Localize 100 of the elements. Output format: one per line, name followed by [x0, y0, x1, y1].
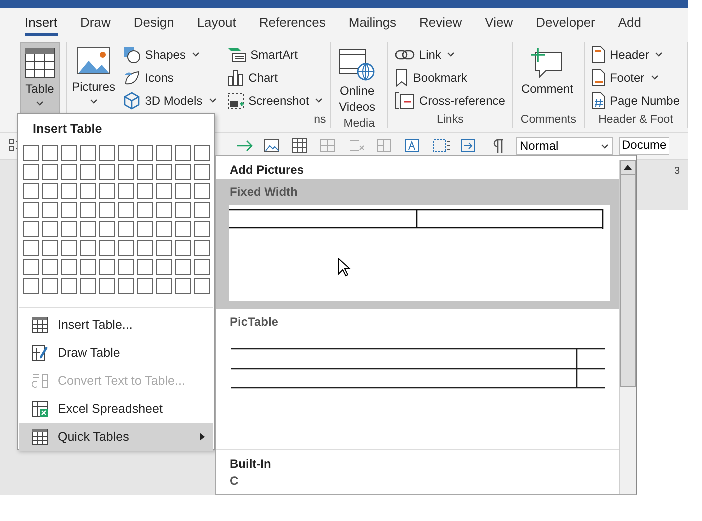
- grid-cell[interactable]: [23, 183, 39, 199]
- ribbon-button[interactable]: Online Videos: [335, 42, 380, 118]
- grid-cell[interactable]: [156, 221, 172, 237]
- font-box[interactable]: Docume: [619, 137, 669, 155]
- grid-cell[interactable]: [42, 221, 58, 237]
- grid-cell[interactable]: [99, 164, 115, 180]
- grid-cell[interactable]: [156, 240, 172, 256]
- ribbon-tab[interactable]: View: [485, 10, 514, 36]
- grid-cell[interactable]: [194, 164, 210, 180]
- grid-cell[interactable]: [118, 145, 134, 161]
- grid-cell[interactable]: [194, 221, 210, 237]
- grid-cell[interactable]: [118, 259, 134, 275]
- ribbon-tab[interactable]: Draw: [80, 10, 111, 36]
- grid-cell[interactable]: [99, 145, 115, 161]
- grid-cell[interactable]: [137, 221, 153, 237]
- grid-cell[interactable]: [137, 164, 153, 180]
- grid-cell[interactable]: [80, 183, 96, 199]
- grid-cell[interactable]: [61, 145, 77, 161]
- ribbon-button[interactable]: Chart: [224, 67, 326, 88]
- grid-cell[interactable]: [80, 164, 96, 180]
- border-icon[interactable]: [432, 138, 450, 154]
- ribbon-button[interactable]: Screenshot: [224, 90, 326, 111]
- grid-cell[interactable]: [23, 278, 39, 294]
- ribbon-tab[interactable]: Layout: [197, 10, 236, 36]
- scroll-up-button[interactable]: [620, 160, 636, 175]
- grid-cell[interactable]: [61, 221, 77, 237]
- ribbon-button[interactable]: 3D Models: [120, 90, 220, 111]
- grid-cell[interactable]: [42, 183, 58, 199]
- arrow-icon[interactable]: [236, 138, 254, 154]
- grid-cell[interactable]: [80, 221, 96, 237]
- menu-item[interactable]: Excel Spreadsheet: [19, 395, 213, 423]
- grid-cell[interactable]: [23, 145, 39, 161]
- grid-cell[interactable]: [137, 259, 153, 275]
- grid-cell[interactable]: [80, 240, 96, 256]
- ribbon-button[interactable]: Pictures: [71, 42, 116, 107]
- grid-cell[interactable]: [80, 202, 96, 218]
- ribbon-button[interactable]: Link: [392, 44, 508, 65]
- menu-item[interactable]: Insert Table...: [19, 311, 213, 339]
- style-box[interactable]: Normal: [516, 137, 613, 155]
- grid-cell[interactable]: [42, 145, 58, 161]
- grid-cell[interactable]: [118, 164, 134, 180]
- grid-cell[interactable]: [99, 259, 115, 275]
- ribbon-tab[interactable]: Developer: [536, 10, 596, 36]
- grid-cell[interactable]: [175, 183, 191, 199]
- grid-cell[interactable]: [80, 145, 96, 161]
- grid-cell[interactable]: [175, 278, 191, 294]
- grid-cell[interactable]: [194, 183, 210, 199]
- grid-cell[interactable]: [156, 202, 172, 218]
- ribbon-button[interactable]: Footer: [588, 67, 683, 88]
- grid-cell[interactable]: [175, 145, 191, 161]
- grid-cell[interactable]: [42, 202, 58, 218]
- ribbon-button[interactable]: Bookmark: [392, 67, 508, 88]
- grid-cell[interactable]: [99, 202, 115, 218]
- layout-icon[interactable]: [460, 138, 478, 154]
- ribbon-tab[interactable]: Design: [134, 10, 174, 36]
- ribbon-button[interactable]: Comment: [517, 42, 578, 101]
- menu-item[interactable]: Draw Table: [19, 339, 213, 367]
- scrollbar-thumb[interactable]: [620, 175, 636, 387]
- table-button[interactable]: Table: [20, 42, 60, 114]
- gallery-entry[interactable]: C: [216, 472, 619, 494]
- grid-cell[interactable]: [23, 259, 39, 275]
- menu-item[interactable]: Quick Tables: [19, 423, 213, 451]
- grid-cell[interactable]: [175, 221, 191, 237]
- grid-cell[interactable]: [175, 202, 191, 218]
- grid-cell[interactable]: [156, 145, 172, 161]
- grid-cell[interactable]: [194, 145, 210, 161]
- grid-cell[interactable]: [61, 202, 77, 218]
- grid-cell[interactable]: [23, 164, 39, 180]
- grid-cell[interactable]: [23, 202, 39, 218]
- grid-cell[interactable]: [80, 259, 96, 275]
- grid-cell[interactable]: [61, 240, 77, 256]
- grid-cell[interactable]: [156, 183, 172, 199]
- ribbon-button[interactable]: Shapes: [120, 44, 220, 65]
- grid-cell[interactable]: [99, 278, 115, 294]
- grid-cell[interactable]: [42, 164, 58, 180]
- grid-cell[interactable]: [99, 240, 115, 256]
- grid-cell[interactable]: [42, 278, 58, 294]
- image-icon[interactable]: [264, 138, 282, 154]
- grid-cell[interactable]: [194, 259, 210, 275]
- grid-cell[interactable]: [61, 259, 77, 275]
- table-icon[interactable]: [292, 138, 310, 154]
- grid-cell[interactable]: [118, 278, 134, 294]
- grid-cell[interactable]: [156, 164, 172, 180]
- grid-cell[interactable]: [137, 202, 153, 218]
- ribbon-button[interactable]: SmartArt: [224, 44, 326, 65]
- grid-cell[interactable]: [118, 240, 134, 256]
- ribbon-tab[interactable]: References: [259, 10, 326, 36]
- grid-cell[interactable]: [137, 240, 153, 256]
- grid-cell[interactable]: [42, 240, 58, 256]
- ribbon-button[interactable]: Icons: [120, 67, 220, 88]
- grid-cell[interactable]: [156, 278, 172, 294]
- ribbon-tab[interactable]: Mailings: [348, 10, 397, 36]
- ribbon-tab[interactable]: Review: [420, 10, 462, 36]
- grid-cell[interactable]: [23, 240, 39, 256]
- text-box-icon[interactable]: [404, 138, 422, 154]
- grid-cell[interactable]: [99, 183, 115, 199]
- grid-cell[interactable]: [99, 221, 115, 237]
- grid-cell[interactable]: [175, 240, 191, 256]
- grid-cell[interactable]: [42, 259, 58, 275]
- grid-cell[interactable]: [61, 278, 77, 294]
